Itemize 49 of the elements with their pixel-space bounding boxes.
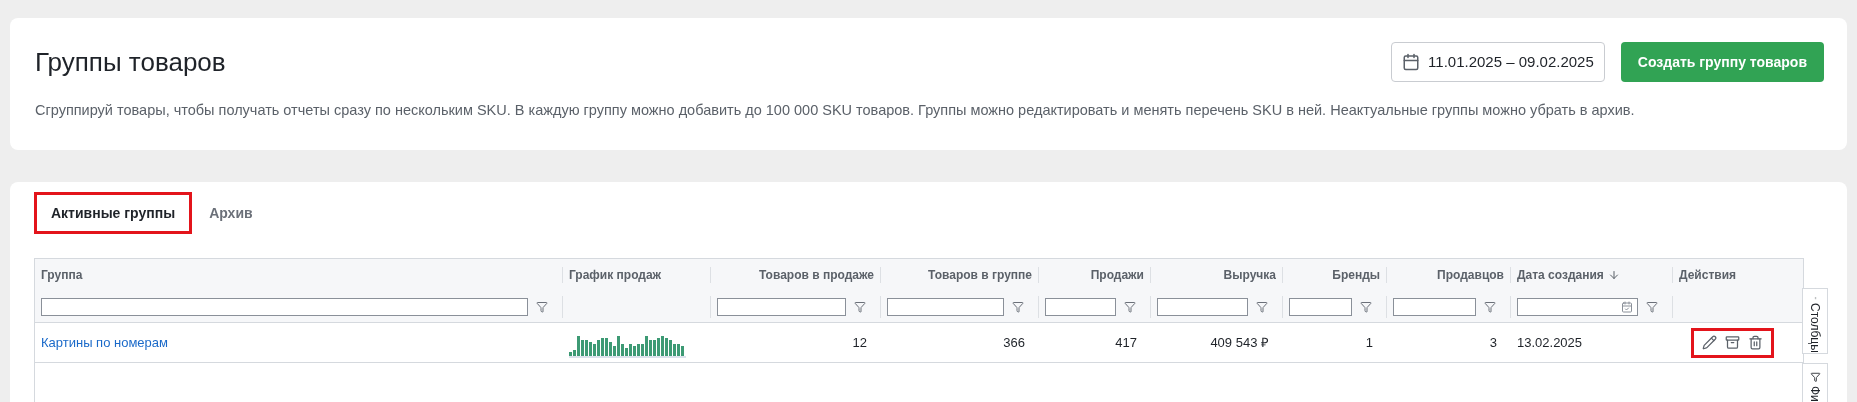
sort-arrow-icon[interactable] — [1607, 269, 1620, 281]
filter-icon[interactable] — [1360, 300, 1372, 313]
table-cell-text: 13.02.2025 — [1517, 333, 1583, 352]
filter-input[interactable] — [717, 297, 846, 316]
filter-icon — [1809, 372, 1821, 383]
table-cell-text: 12 — [852, 333, 867, 352]
column-header[interactable]: Действия — [1673, 267, 1803, 283]
filter-icon[interactable] — [854, 300, 866, 313]
table-cell-text: 366 — [1003, 333, 1025, 352]
table-cell-text: 3 — [1489, 333, 1497, 352]
delete-icon[interactable] — [1748, 335, 1763, 350]
column-header[interactable]: Товаров в продаже — [711, 267, 881, 283]
side-panel-tab[interactable]: Фи — [1802, 363, 1828, 402]
filter-icon[interactable] — [1012, 300, 1024, 313]
column-header[interactable]: Дата создания — [1511, 267, 1673, 283]
group-link[interactable]: Картины по номерам — [41, 332, 168, 353]
tab[interactable]: Активные группы — [34, 192, 193, 234]
archive-icon[interactable] — [1725, 335, 1740, 350]
date-filter-input[interactable] — [1517, 297, 1638, 316]
column-header[interactable]: Бренды — [1283, 267, 1387, 283]
filter-icon[interactable] — [1484, 300, 1496, 313]
filter-input[interactable] — [1157, 297, 1248, 316]
table-cell-text: 1 — [1365, 333, 1373, 352]
filter-input[interactable] — [41, 297, 528, 316]
filter-icon[interactable] — [536, 300, 548, 313]
calendar-icon — [1402, 53, 1421, 71]
filter-input[interactable] — [1393, 297, 1476, 316]
tab[interactable]: Архив — [192, 192, 270, 234]
filter-icon[interactable] — [1124, 300, 1136, 313]
create-group-button[interactable]: Создать группу товаров — [1620, 42, 1824, 82]
table-cell-text: 417 — [1115, 333, 1137, 352]
column-header[interactable]: Продавцов — [1387, 267, 1511, 283]
page-description: Сгруппируй товары, чтобы получать отчеты сразу по нескольким SKU. В каждую группу можно добавить до 100 000 SKU товаров. Группы можно редактировать и менять перечень SKU в ней. Неактуальные группы можно убрать в архив. — [35, 101, 1636, 120]
table-cell-text: 409 543 ₽ — [1210, 333, 1269, 352]
edit-icon[interactable] — [1702, 335, 1717, 350]
column-header[interactable]: График продаж — [563, 267, 711, 283]
page-title: Группы товаров — [35, 46, 226, 78]
column-header[interactable]: Выручка — [1151, 267, 1283, 283]
date-range-picker[interactable]: 11.01.2025 – 09.02.2025 — [1391, 42, 1605, 82]
column-header[interactable]: Продажи — [1039, 267, 1151, 283]
filter-input[interactable] — [887, 297, 1004, 316]
filter-icon[interactable] — [1256, 300, 1268, 313]
filter-input[interactable] — [1289, 297, 1352, 316]
filter-icon[interactable] — [1646, 300, 1658, 313]
column-header[interactable]: Товаров в группе — [881, 267, 1039, 283]
calendar-icon — [1621, 300, 1633, 313]
filter-input[interactable] — [1045, 297, 1116, 316]
side-panel-tab[interactable]: Столбцы — [1802, 288, 1828, 354]
column-header[interactable]: Группа — [35, 267, 563, 283]
